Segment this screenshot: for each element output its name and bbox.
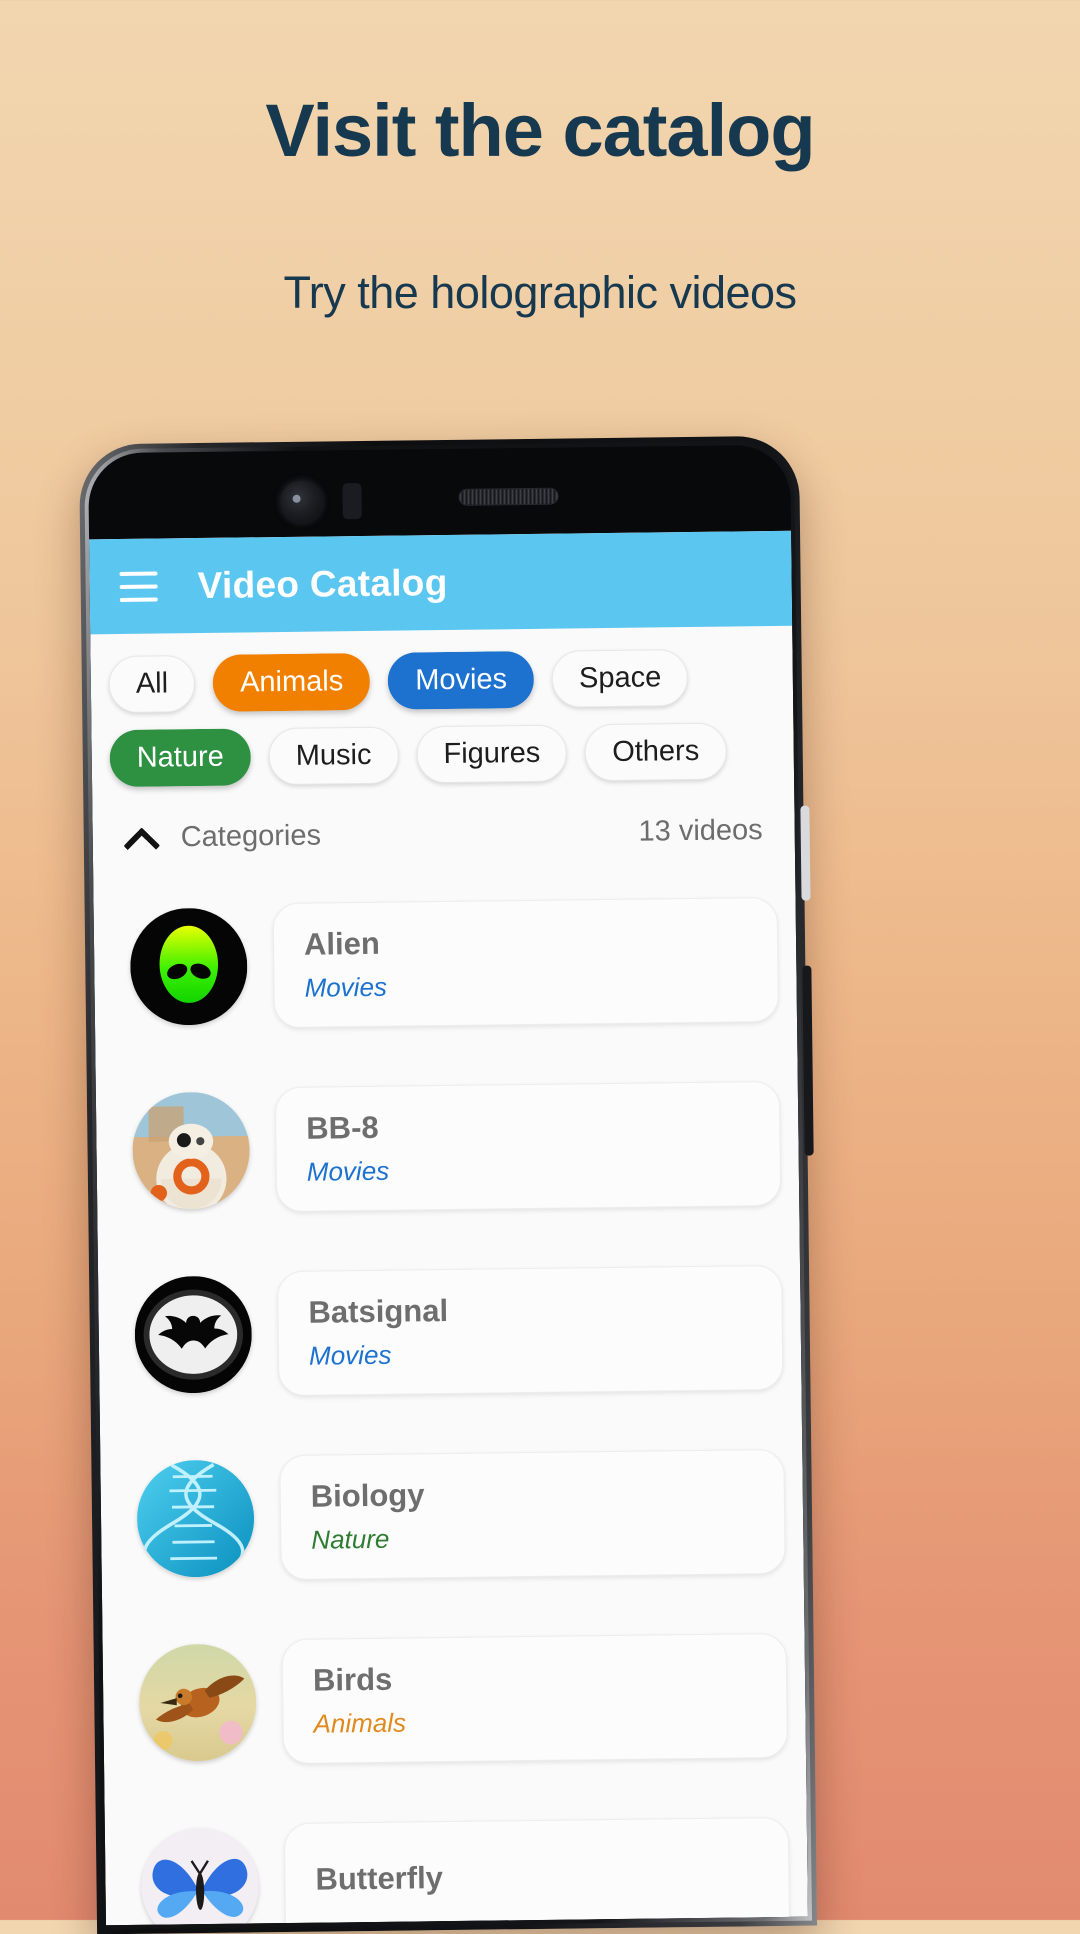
video-title: Butterfly bbox=[315, 1860, 444, 1897]
video-category: Nature bbox=[311, 1523, 390, 1555]
list-item[interactable]: Batsignal Movies bbox=[116, 1235, 784, 1427]
filter-chips: All Animals Movies Space Nature Music Figures O… bbox=[90, 626, 794, 794]
butterfly-thumbnail bbox=[140, 1826, 260, 1926]
video-category: Animals bbox=[313, 1707, 407, 1739]
list-item[interactable]: Butterfly bbox=[122, 1787, 791, 1926]
app-bar: Video Catalog bbox=[89, 530, 793, 635]
video-card[interactable]: Biology Nature bbox=[279, 1448, 786, 1580]
phone-power-button bbox=[802, 965, 814, 1156]
filter-chip-others[interactable]: Others bbox=[584, 722, 727, 782]
hummingbird-thumbnail bbox=[138, 1642, 258, 1762]
video-count-label: 13 videos bbox=[638, 813, 763, 848]
app-bar-title: Video Catalog bbox=[197, 561, 448, 606]
front-camera-icon bbox=[280, 480, 323, 523]
filter-chip-nature[interactable]: Nature bbox=[109, 728, 252, 788]
dna-helix-thumbnail bbox=[136, 1458, 255, 1578]
phone-screen: Video Catalog All Animals Movies Space Natur… bbox=[88, 444, 808, 1926]
video-title: Birds bbox=[312, 1661, 393, 1698]
list-item[interactable]: BB-8 Movies bbox=[113, 1051, 782, 1243]
filter-chip-movies[interactable]: Movies bbox=[387, 650, 535, 710]
filter-chip-space[interactable]: Space bbox=[551, 649, 689, 708]
video-category: Movies bbox=[304, 971, 388, 1003]
phone-mockup: Video Catalog All Animals Movies Space Natur… bbox=[78, 435, 818, 1934]
sensor-icon bbox=[342, 483, 362, 520]
phone-frame-inner: Video Catalog All Animals Movies Space Natur… bbox=[83, 440, 813, 1930]
video-card[interactable]: Batsignal Movies bbox=[277, 1264, 784, 1396]
chevron-up-icon[interactable] bbox=[125, 821, 159, 855]
categories-header: Categories 13 videos bbox=[92, 785, 795, 876]
filter-chip-music[interactable]: Music bbox=[268, 726, 399, 786]
video-category: Movies bbox=[306, 1155, 390, 1187]
app-screen: Video Catalog All Animals Movies Space Natur… bbox=[89, 530, 808, 1926]
phone-volume-button bbox=[800, 805, 811, 901]
batsignal-thumbnail bbox=[134, 1274, 253, 1394]
list-item[interactable]: Birds Animals bbox=[120, 1603, 789, 1795]
hamburger-menu-icon[interactable] bbox=[119, 571, 158, 602]
video-card[interactable]: BB-8 Movies bbox=[274, 1080, 782, 1212]
video-list: Alien Movies BB-8 Movies Batsignal Movies Biol… bbox=[93, 867, 808, 1926]
list-item[interactable]: Alien Movies bbox=[111, 867, 780, 1059]
page-subtitle: Try the holographic videos bbox=[283, 266, 797, 318]
page-title: Visit the catalog bbox=[265, 89, 815, 172]
video-title: BB-8 bbox=[306, 1109, 379, 1146]
video-title: Biology bbox=[310, 1476, 425, 1514]
earpiece-speaker-icon bbox=[458, 487, 559, 506]
promo-block: Visit the catalog Try the holographic vi… bbox=[0, 0, 1080, 319]
bb8-droid-thumbnail bbox=[131, 1090, 251, 1210]
video-card[interactable]: Butterfly bbox=[283, 1816, 791, 1926]
video-card[interactable]: Alien Movies bbox=[272, 896, 780, 1028]
list-item[interactable]: Biology Nature bbox=[118, 1419, 786, 1611]
video-title: Alien bbox=[303, 925, 381, 962]
video-category: Movies bbox=[308, 1339, 392, 1371]
filter-chip-all[interactable]: All bbox=[108, 655, 196, 714]
phone-top-bezel bbox=[88, 445, 791, 540]
video-category bbox=[316, 1902, 759, 1907]
filter-chip-figures[interactable]: Figures bbox=[416, 724, 568, 784]
video-title: Batsignal bbox=[308, 1292, 449, 1330]
filter-chip-animals[interactable]: Animals bbox=[212, 652, 371, 712]
video-card[interactable]: Birds Animals bbox=[281, 1632, 789, 1764]
alien-head-thumbnail bbox=[129, 906, 249, 1026]
categories-label: Categories bbox=[180, 819, 322, 853]
